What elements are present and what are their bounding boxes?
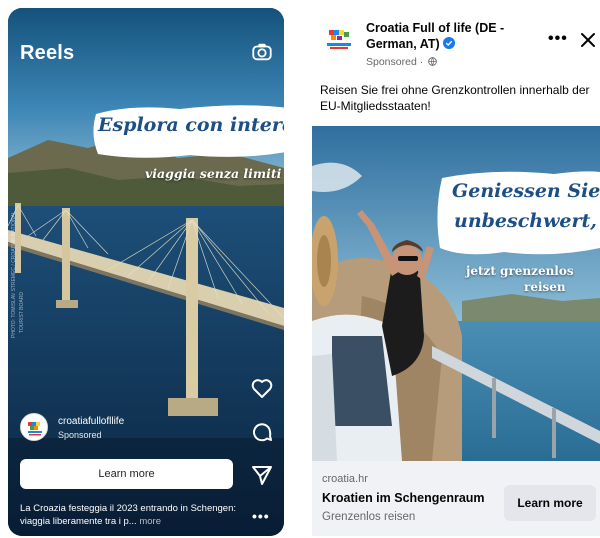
photo-credit-2: TOURIST BOARD: [19, 292, 25, 333]
page-name[interactable]: Croatia Full of life (DE - German, AT): [366, 20, 516, 52]
photo-credit: PHOTO: TOMISLAV STREMEC / CROATIAN NATIO…: [11, 211, 17, 338]
overlay-subline-line1: jetzt grenzenlos: [466, 264, 574, 278]
sponsored-text: Sponsored ·: [366, 56, 424, 68]
facebook-ad-panel: Croatia Full of life (DE - German, AT) S…: [312, 8, 600, 536]
close-icon[interactable]: [580, 32, 596, 48]
comment-icon[interactable]: [250, 420, 274, 444]
account-avatar[interactable]: [20, 413, 48, 441]
link-domain: croatia.hr: [322, 473, 368, 485]
overlay-headline-line2: unbeschwert,: [454, 210, 597, 232]
more-options-icon[interactable]: •••: [548, 30, 568, 48]
ad-comparison-page: Reels Esplora con interesse, viaggia sen…: [0, 0, 600, 538]
more-dots-icon[interactable]: •••: [252, 508, 270, 524]
overlay-subline-line2: reisen: [524, 280, 566, 294]
reel-caption: La Croazia festeggia il 2023 entrando in…: [20, 502, 256, 528]
verified-badge-icon: [442, 37, 455, 49]
ad-body-text: Reisen Sie frei ohne Grenzkontrollen inn…: [320, 83, 590, 113]
sponsored-label: Sponsored ·: [366, 56, 437, 68]
camera-icon[interactable]: [251, 41, 273, 63]
send-icon[interactable]: [250, 463, 274, 487]
link-preview-footer[interactable]: croatia.hr Kroatien im Schengenraum Gren…: [312, 461, 600, 536]
caption-text: La Croazia festeggia il 2023 entrando in…: [20, 503, 237, 527]
sponsored-label: Sponsored: [58, 430, 102, 440]
learn-more-button[interactable]: Learn more: [504, 485, 596, 521]
caption-more-link[interactable]: more: [137, 516, 161, 527]
overlay-headline-line1: Geniessen Sie: [452, 180, 600, 202]
account-name[interactable]: croatiafullofllife: [58, 416, 124, 427]
globe-icon: [428, 57, 437, 66]
overlay-headline: Esplora con interesse,: [98, 114, 284, 136]
heart-icon[interactable]: [250, 376, 274, 400]
link-headline[interactable]: Kroatien im Schengenraum: [322, 491, 485, 505]
reel-bridge-photo: [8, 8, 284, 536]
learn-more-button[interactable]: Learn more: [20, 459, 233, 489]
reels-panel: Reels Esplora con interesse, viaggia sen…: [8, 8, 284, 536]
overlay-subline: viaggia senza limiti: [145, 166, 282, 181]
page-avatar[interactable]: [321, 22, 357, 58]
page-name-text[interactable]: Croatia Full of life (DE - German, AT): [366, 21, 504, 51]
reels-title: Reels: [20, 42, 75, 64]
link-description: Grenzenlos reisen: [322, 511, 416, 523]
